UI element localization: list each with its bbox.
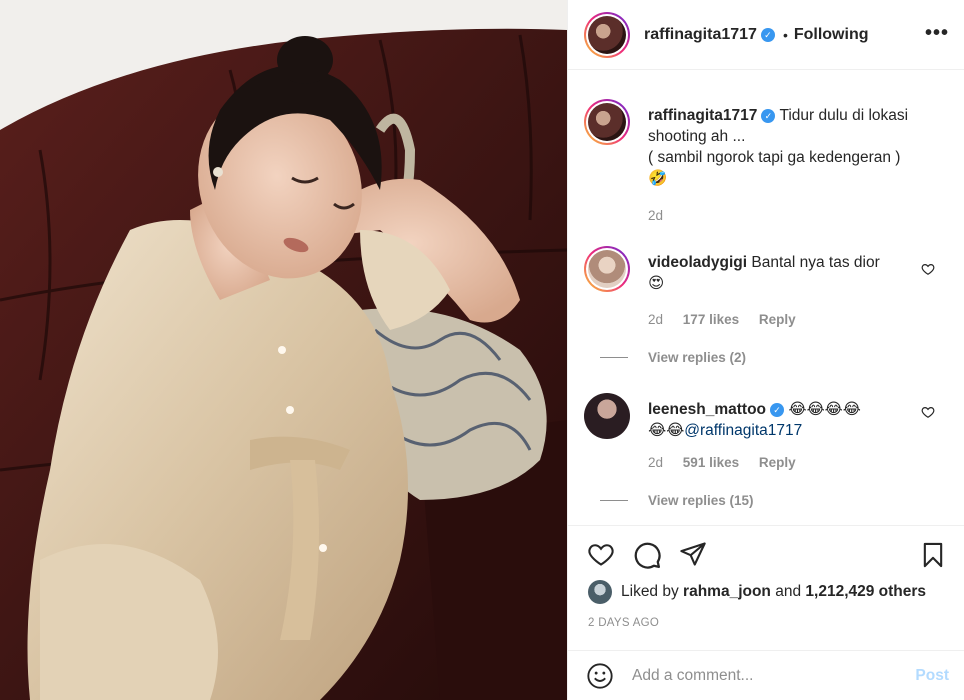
comment-like-heart-icon[interactable] [921,262,935,276]
commenter-avatar[interactable] [584,246,630,292]
comment-username[interactable]: videoladygigi [648,254,747,271]
action-bar [568,525,964,585]
replies-line [600,357,628,358]
verified-badge-icon: ✓ [760,27,775,42]
liked-by-user[interactable]: rahma_joon [683,583,771,601]
caption-emoji: 🤣 [648,170,668,187]
more-options-icon[interactable]: ••• [925,22,949,45]
header-separator: • [782,26,788,43]
post-photo[interactable] [0,0,567,700]
caption-avatar-image [588,103,626,141]
comment-text: videoladygigi Bantal nya tas dior 😍 [648,252,918,294]
view-replies-button[interactable]: View replies (2) [600,350,746,365]
comment-likes[interactable]: 591 likes [683,455,739,470]
commenter-avatar[interactable] [584,393,630,439]
avatar-inner [586,248,628,290]
caption-meta: 2d [648,208,679,223]
comment-emoji-line-2: 😂😂 [648,422,685,439]
comment-like-heart-icon[interactable] [921,405,935,419]
verified-badge-icon: ✓ [761,108,776,123]
caption-line-2: shooting ah ... [648,128,746,145]
comment-body: Bantal nya tas dior [751,254,880,271]
comment-meta: 2d 591 likes Reply [648,455,812,470]
comment-input[interactable] [632,666,902,685]
following-button[interactable]: Following [794,26,869,44]
liked-by-prefix: Liked by [621,583,679,600]
replies-line [600,500,628,501]
post-comment-button[interactable]: Post [915,667,949,685]
view-replies-label: View replies (2) [648,350,747,365]
comment-likes[interactable]: 177 likes [683,312,739,327]
comment-time[interactable]: 2d [648,455,663,470]
caption-avatar[interactable] [584,99,630,145]
caption-time[interactable]: 2d [648,208,663,223]
save-bookmark-icon[interactable] [919,540,947,570]
caption: raffinagita1717 ✓ Tidur dulu di lokasi sh… [584,99,949,223]
comment-item: leenesh_mattoo ✓ 😂😂😂😂 😂😂@raffinagita1717 … [584,393,949,513]
avatar-inner [586,13,628,56]
caption-text: raffinagita1717 ✓ Tidur dulu di lokasi sh… [648,105,918,189]
comment-item: videoladygigi Bantal nya tas dior 😍 2d 1… [584,246,949,366]
post-timestamp[interactable]: 2 DAYS AGO [588,617,659,629]
comment-username[interactable]: leenesh_mattoo [648,401,766,418]
verified-badge-icon: ✓ [770,402,785,417]
comment-mention[interactable]: @raffinagita1717 [684,422,802,439]
avatar-inner [586,101,628,143]
post-side-panel: raffinagita1717 ✓ • Following ••• raffin… [567,0,964,700]
share-paper-plane-icon[interactable] [678,540,708,568]
view-replies-button[interactable]: View replies (15) [600,493,754,508]
liker-avatar[interactable] [588,580,612,604]
reply-button[interactable]: Reply [759,455,796,470]
comment-time[interactable]: 2d [648,312,663,327]
liked-by-and: and [775,583,802,600]
view-replies-label: View replies (15) [648,493,754,508]
caption-line-1: Tidur dulu di lokasi [779,107,909,124]
post-header: raffinagita1717 ✓ • Following ••• [568,0,964,70]
photo-illustration [0,0,567,700]
comment-text: leenesh_mattoo ✓ 😂😂😂😂 😂😂@raffinagita1717 [648,399,918,441]
add-comment-bar: Post [568,650,964,700]
instagram-post: raffinagita1717 ✓ • Following ••• raffin… [0,0,964,700]
liked-by: Liked by rahma_joon and 1,212,429 others [588,580,926,604]
author-avatar-image [588,15,626,54]
caption-username[interactable]: raffinagita1717 [648,107,757,124]
comment-emoji: 😍 [648,275,665,292]
like-heart-icon[interactable] [586,540,616,568]
comment-bubble-icon[interactable] [632,540,662,570]
author-avatar[interactable] [584,11,630,58]
reply-button[interactable]: Reply [759,312,796,327]
commenter-avatar-image [588,250,626,288]
comment-emoji-line-1: 😂😂😂😂 [788,401,861,418]
comment-meta: 2d 177 likes Reply [648,312,812,327]
author-username[interactable]: raffinagita1717 [644,26,757,44]
caption-line-3: ( sambil ngorok tapi ga kedengeran ) [648,149,901,166]
emoji-smiley-icon[interactable] [586,662,614,690]
comments-area[interactable]: raffinagita1717 ✓ Tidur dulu di lokasi sh… [568,71,964,524]
liked-by-others[interactable]: 1,212,429 others [805,583,926,601]
